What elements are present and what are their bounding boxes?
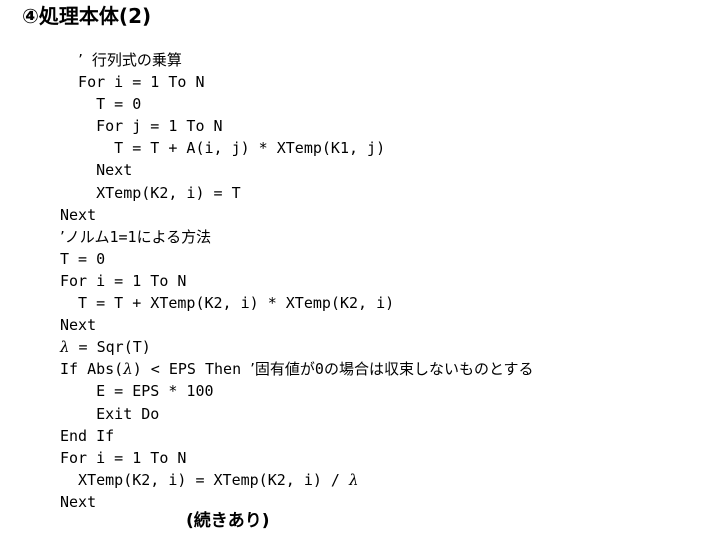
code-line: T = 0 (60, 95, 142, 114)
code-line: For i = 1 To N (60, 271, 187, 290)
code-line: E = EPS * 100 (60, 382, 214, 401)
code-line: T = T + A(i, j) * XTemp(K1, j) (60, 139, 386, 158)
code-line: ’ 行列式の乗算 (78, 51, 182, 69)
code-line: XTemp(K2, i) = T (60, 183, 241, 202)
code-line: T = 0 (60, 249, 106, 268)
code-line: If Abs(λ) < EPS Then ’固有値が0の場合は収束しないものとす… (60, 360, 534, 379)
code-line: For i = 1 To N (60, 448, 187, 467)
code-line: T = T + XTemp(K2, i) * XTemp(K2, i) (60, 294, 395, 313)
code-block: ’ 行列式の乗算 For i = 1 To N T = 0 For j = 1 … (60, 49, 700, 513)
code-line: XTemp(K2, i) = XTemp(K2, i) / λ (60, 470, 359, 489)
code-line: Next (60, 316, 97, 335)
code-line: ’ノルム1=1による方法 (60, 227, 212, 246)
code-line: Exit Do (60, 404, 160, 423)
page-title: ④処理本体(2) (22, 4, 152, 28)
code-line: Next (60, 205, 97, 224)
code-line: End If (60, 426, 115, 445)
code-line: For i = 1 To N (60, 73, 205, 92)
slide-canvas: ④処理本体(2) ’ 行列式の乗算 For i = 1 To N T = 0 F… (0, 0, 720, 540)
code-line: λ = Sqr(T) (60, 338, 151, 357)
continuation-note: (続きあり) (186, 511, 270, 531)
code-line: Next (60, 161, 133, 180)
code-line: Next (60, 492, 97, 511)
code-line: For j = 1 To N (60, 117, 223, 136)
